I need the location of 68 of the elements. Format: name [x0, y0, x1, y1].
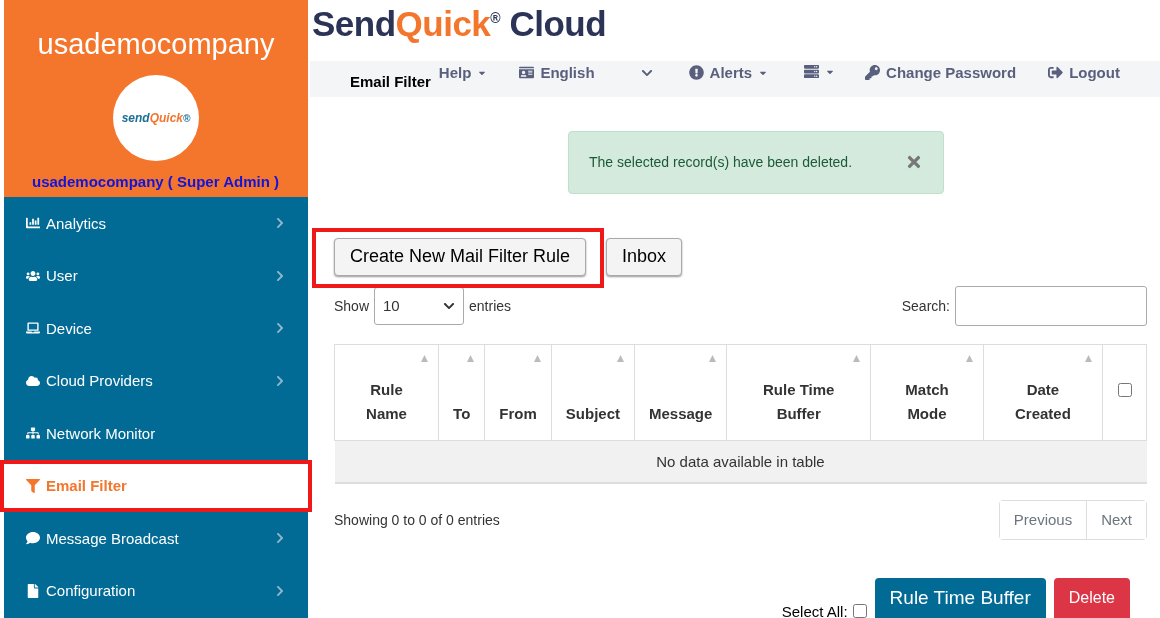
column-header[interactable]: Rule Time Buffer — [726, 344, 871, 441]
show-label: Show — [334, 298, 370, 314]
checkbox[interactable] — [1117, 383, 1132, 398]
delete-button[interactable]: Delete — [1053, 578, 1130, 618]
logout-icon — [1048, 65, 1064, 81]
sort-icon — [965, 355, 973, 362]
chart-icon — [26, 216, 40, 231]
sort-icon — [533, 355, 541, 362]
company-name: usademocompany — [37, 28, 275, 61]
menu-item[interactable]: Cloud Providers — [4, 354, 308, 407]
chevron-icon — [274, 217, 286, 230]
column-header[interactable]: To — [438, 344, 485, 441]
empty-message: No data available in table — [334, 440, 1147, 483]
action-button[interactable]: Inbox — [606, 238, 683, 276]
column-header[interactable]: Subject — [551, 344, 635, 441]
nav-link[interactable]: Logout — [1040, 64, 1128, 82]
nav-link[interactable]: English — [511, 64, 661, 82]
column-header[interactable]: Date Created — [983, 344, 1103, 441]
key-icon — [865, 65, 881, 81]
menu-item[interactable]: User — [4, 249, 308, 302]
menu-item[interactable]: Message Broadcast — [4, 512, 308, 565]
entries-label: entries — [469, 298, 512, 314]
chevron-icon — [274, 374, 286, 387]
chevron-icon — [443, 300, 456, 312]
sort-icon — [467, 355, 475, 362]
chevron-icon — [274, 322, 286, 335]
column-header[interactable]: From — [484, 344, 552, 441]
users-icon — [26, 268, 40, 283]
brand-logo: SendQuick$^{®}$ Cloud — [311, 3, 608, 45]
sort-icon — [617, 355, 624, 362]
sort-icon — [421, 355, 429, 362]
id-card-icon — [519, 65, 535, 81]
network-icon — [26, 426, 40, 441]
search-field[interactable] — [955, 286, 1147, 326]
sort-icon — [1085, 355, 1092, 362]
comment-icon — [26, 531, 40, 546]
pagination-button[interactable]: Next — [1086, 501, 1146, 539]
user-role: usademocompany ( Super Admin ) — [31, 173, 279, 190]
menu-item[interactable]: Network Monitor — [4, 407, 308, 460]
page-title: Email Filter — [350, 73, 431, 91]
chevron-icon — [274, 584, 286, 597]
alert-icon — [688, 65, 704, 81]
sort-icon — [853, 355, 861, 362]
server-icon — [804, 64, 820, 80]
sort-icon — [709, 355, 717, 362]
cloud-icon — [26, 373, 40, 388]
laptop-icon — [26, 321, 40, 336]
file-icon — [26, 583, 40, 598]
alert-message: The selected record(s) have been deleted. — [589, 154, 853, 171]
select-all-label: Select All: — [781, 603, 848, 618]
chevron-icon — [274, 269, 286, 282]
entries-select[interactable]: 10 — [374, 287, 465, 325]
column-header[interactable]: Message — [634, 344, 727, 441]
column-header[interactable]: Rule Name — [334, 344, 439, 441]
table-info: Showing 0 to 0 of 0 entries — [334, 512, 500, 528]
filter-icon — [26, 478, 40, 493]
checkbox[interactable] — [852, 604, 867, 618]
menu-item[interactable]: Analytics — [4, 197, 308, 250]
action-button[interactable]: Create New Mail Filter Rule — [334, 238, 587, 276]
nav-link[interactable]: Help — [430, 64, 496, 82]
column-header[interactable]: Match Mode — [870, 344, 984, 441]
action-button[interactable]: Rule Time Buffer — [874, 578, 1046, 618]
nav-link[interactable]: Change Password — [857, 64, 1025, 82]
nav-link[interactable]: Alerts — [680, 64, 777, 82]
chevron-icon — [274, 532, 286, 545]
search-label: Search: — [901, 298, 950, 314]
menu-item[interactable]: Device — [4, 302, 308, 355]
menu-item[interactable]: Configuration — [4, 564, 308, 617]
